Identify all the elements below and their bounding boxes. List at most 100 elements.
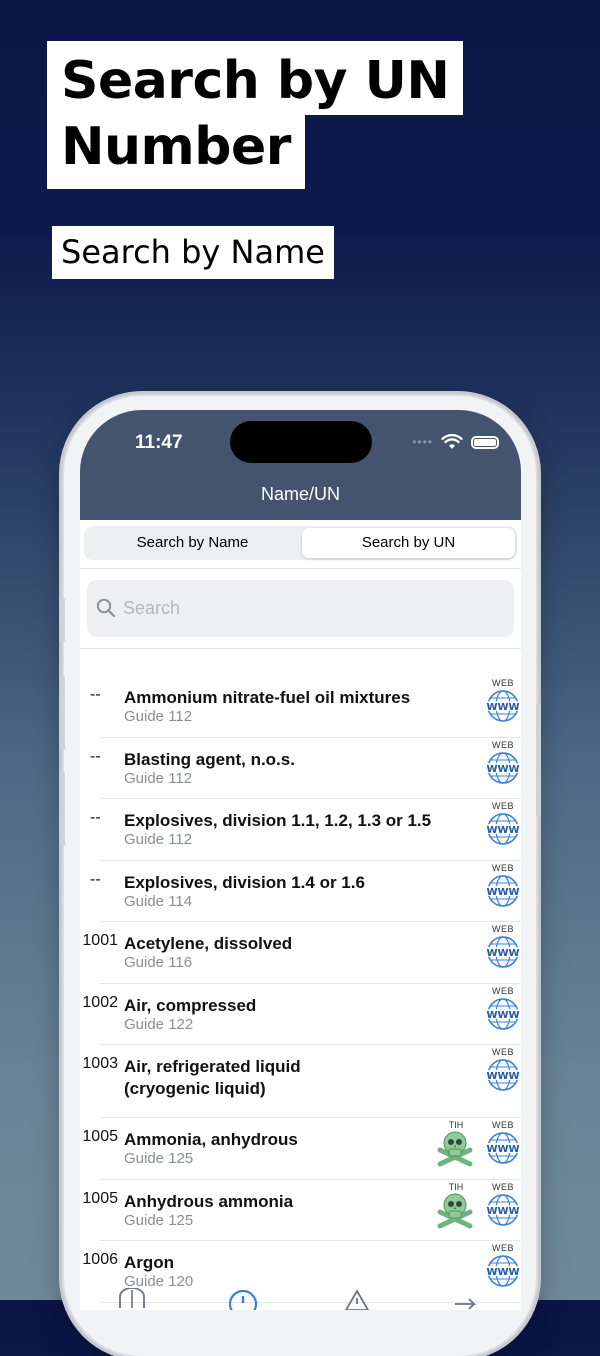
promo-title-line2: Number [47, 115, 305, 189]
material-name: Blasting agent, n.o.s. [124, 749, 295, 769]
globe-icon: WWW [486, 997, 520, 1030]
web-label: WEB [491, 924, 514, 934]
search-icon [96, 598, 116, 618]
material-name: Argon [124, 1253, 175, 1272]
promo-headline: Search by UN Number [47, 41, 464, 189]
search-input[interactable]: Search [87, 580, 514, 637]
globe-icon: WWW [486, 874, 520, 907]
guide-number: Guide 116 [124, 954, 193, 971]
web-label: WEB [491, 1243, 514, 1253]
svg-text:WWW: WWW [486, 764, 519, 775]
battery-icon [471, 435, 499, 449]
web-link-button[interactable]: WEB WWW [485, 678, 521, 723]
un-number: 1003 [82, 1055, 118, 1072]
web-label: WEB [491, 1120, 514, 1130]
tab-search-icon[interactable] [228, 1288, 258, 1310]
web-label: WEB [491, 1047, 514, 1057]
un-number: -- [90, 747, 101, 765]
web-link-button[interactable]: WEB WWW [485, 1182, 521, 1227]
divider [80, 648, 521, 649]
segment-search-by-name[interactable]: Search by Name [86, 528, 299, 558]
svg-text:WWW: WWW [486, 1144, 519, 1155]
web-link-button[interactable]: WEB WWW [485, 740, 521, 785]
skull-crossbones-icon [437, 1193, 473, 1228]
nav-header: 11:47 •••• Name/UN [80, 410, 521, 520]
material-name: Ammonia, anhydrous [124, 1130, 298, 1149]
tih-badge[interactable]: TIH [436, 1120, 476, 1173]
promo-subtitle: Search by Name [52, 226, 334, 279]
tih-badge[interactable]: TIH [436, 1182, 476, 1235]
svg-text:WWW: WWW [486, 702, 519, 713]
phone-action-button [60, 598, 65, 642]
svg-text:WWW: WWW [486, 1071, 519, 1082]
globe-icon: WWW [486, 1059, 520, 1091]
svg-text:WWW: WWW [486, 1206, 519, 1217]
status-time: 11:47 [135, 432, 183, 453]
search-placeholder: Search [123, 598, 181, 618]
nav-title: Name/UN [260, 484, 340, 504]
guide-number: Guide 125 [124, 1150, 194, 1167]
un-number: -- [90, 870, 101, 888]
globe-icon: WWW [486, 690, 520, 722]
svg-text:WWW: WWW [486, 1267, 519, 1278]
list-item[interactable]: 1003 Air, refrigerated liquid (cryogenic l… [82, 1045, 521, 1118]
tab-bar [80, 1288, 521, 1310]
web-link-button[interactable]: WEB WWW [485, 863, 521, 908]
web-link-button[interactable]: WEB WWW [485, 1243, 521, 1288]
web-link-button[interactable]: WEB WWW [485, 1047, 521, 1092]
globe-icon: WWW [486, 813, 520, 845]
globe-icon: WWW [486, 1255, 520, 1287]
material-name: Ammonium nitrate-fuel oil mixtures [124, 688, 411, 707]
globe-icon: WWW [486, 936, 520, 968]
tab-warning-icon[interactable] [342, 1288, 372, 1310]
list-item[interactable]: -- Ammonium nitrate-fuel oil mixtures Guid… [90, 676, 521, 738]
guide-number: Guide 125 [124, 1211, 194, 1229]
web-label: WEB [491, 678, 514, 688]
material-name: Acetylene, dissolved [124, 934, 293, 953]
material-name-line2: (cryogenic liquid) [124, 1079, 266, 1098]
web-link-button[interactable]: WEB WWW [485, 986, 521, 1031]
list-item[interactable]: -- Explosives, division 1.1, 1.2, 1.3 or … [90, 799, 521, 861]
un-number: -- [90, 686, 101, 703]
search-mode-segmented-control: Search by Name Search by UN [84, 526, 517, 560]
svg-text:WWW: WWW [486, 825, 519, 836]
list-item[interactable]: -- Blasting agent, n.o.s. Guide 112 WEB WWW [90, 738, 521, 799]
divider [80, 568, 521, 569]
list-item[interactable]: 1005 Ammonia, anhydrous Guide 125 WEB WWW T… [82, 1118, 521, 1180]
list-item[interactable]: 1002 Air, compressed Guide 122 WEB WWW [82, 984, 521, 1045]
un-number: 1006 [82, 1251, 118, 1268]
guide-number: Guide 112 [124, 831, 193, 848]
guide-number: Guide 122 [124, 1015, 194, 1033]
status-indicators: •••• [412, 434, 499, 450]
segment-search-by-un[interactable]: Search by UN [302, 528, 515, 558]
list-item[interactable]: 1005 Anhydrous ammonia Guide 125 WEB WWW TI… [82, 1180, 521, 1241]
phone-power-button [536, 704, 541, 816]
tih-label: TIH [448, 1181, 464, 1192]
globe-icon: WWW [486, 1132, 520, 1164]
globe-icon: WWW [486, 1193, 520, 1226]
tab-book-icon[interactable] [117, 1288, 147, 1310]
phone-volume-up-button [60, 676, 65, 750]
web-label: WEB [491, 739, 514, 750]
svg-text:WWW: WWW [486, 1010, 519, 1021]
list-item[interactable]: -- Explosives, division 1.4 or 1.6 Guide 1… [90, 861, 521, 922]
web-link-button[interactable]: WEB WWW [485, 924, 521, 969]
globe-icon: WWW [486, 751, 520, 784]
wifi-icon [441, 434, 463, 449]
material-name: Explosives, division 1.1, 1.2, 1.3 or 1.… [124, 811, 432, 830]
web-label: WEB [491, 1181, 514, 1192]
guide-number: Guide 112 [124, 708, 193, 725]
guide-number: Guide 112 [124, 769, 193, 787]
web-link-button[interactable]: WEB WWW [485, 801, 521, 846]
un-number: 1005 [82, 1189, 118, 1207]
web-label: WEB [491, 985, 514, 996]
list-item[interactable]: 1001 Acetylene, dissolved Guide 116 WEB WWW [82, 922, 521, 984]
guide-number: Guide 114 [124, 892, 193, 910]
un-number: 1005 [82, 1128, 118, 1145]
web-label: WEB [491, 862, 514, 873]
tab-more-icon[interactable] [452, 1288, 482, 1310]
dynamic-island [230, 421, 372, 463]
web-link-button[interactable]: WEB WWW [485, 1120, 521, 1165]
un-number: -- [90, 809, 101, 826]
material-name-line1: Air, refrigerated liquid [124, 1057, 301, 1076]
